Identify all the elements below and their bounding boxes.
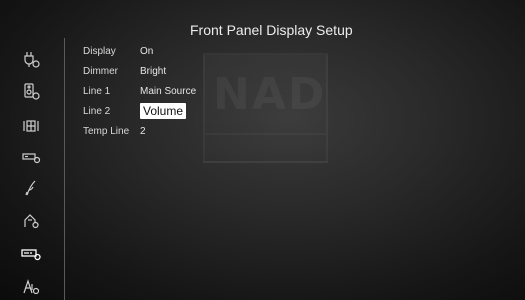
setting-value[interactable]: Bright — [140, 66, 166, 77]
setting-label: Temp Line — [83, 126, 130, 137]
watermark-line — [205, 133, 326, 135]
listening-mode-icon[interactable] — [21, 116, 41, 136]
sidebar-divider — [64, 38, 65, 300]
speaker-setup-icon[interactable] — [21, 81, 41, 101]
display-icon[interactable] — [21, 147, 41, 167]
setting-label: Line 1 — [83, 86, 111, 97]
watermark-text: NAD — [213, 69, 327, 120]
setting-label: Dimmer — [83, 66, 118, 77]
setting-value[interactable]: Main Source — [140, 86, 196, 97]
setting-label: Line 2 — [83, 106, 111, 117]
setting-value[interactable]: On — [140, 46, 153, 57]
setting-value-selected[interactable]: Volume — [140, 103, 187, 119]
tone-icon[interactable] — [21, 178, 41, 198]
sidebar — [0, 38, 64, 300]
input-setup-icon[interactable] — [21, 49, 41, 69]
page-title: Front Panel Display Setup — [190, 22, 353, 38]
front-panel-display-icon[interactable] — [21, 244, 41, 264]
amp-icon[interactable] — [21, 276, 41, 296]
setting-label: Display — [83, 46, 116, 57]
nad-logo-watermark: NAD — [203, 53, 328, 163]
zone-icon[interactable] — [21, 210, 41, 230]
setting-value[interactable]: 2 — [140, 126, 146, 137]
